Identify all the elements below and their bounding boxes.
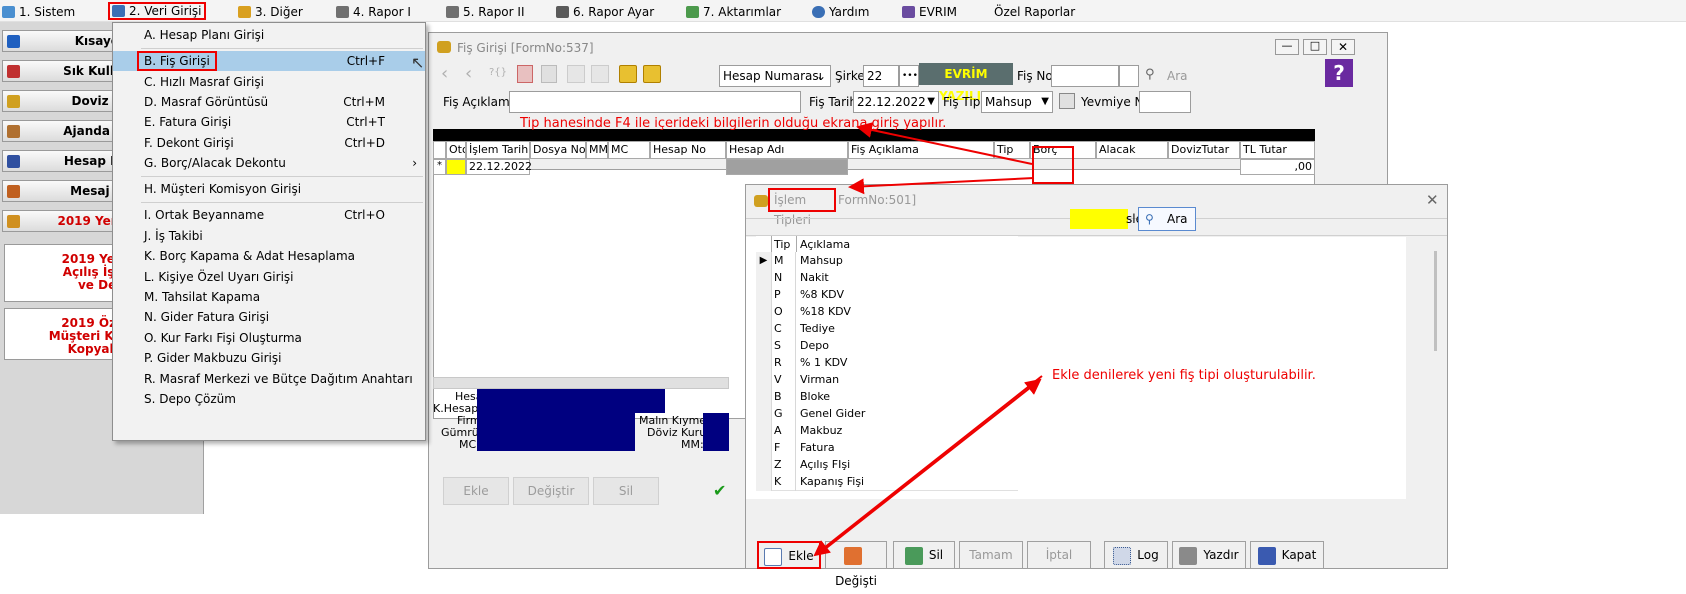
annotation-arrows: [813, 122, 1043, 557]
arrow-to-ekle-button: [813, 375, 1043, 557]
arrow-to-ekle-annotation: [819, 378, 1042, 554]
arrow-to-annotation: [856, 122, 1033, 165]
arrow-to-islem-title: [848, 177, 1035, 195]
